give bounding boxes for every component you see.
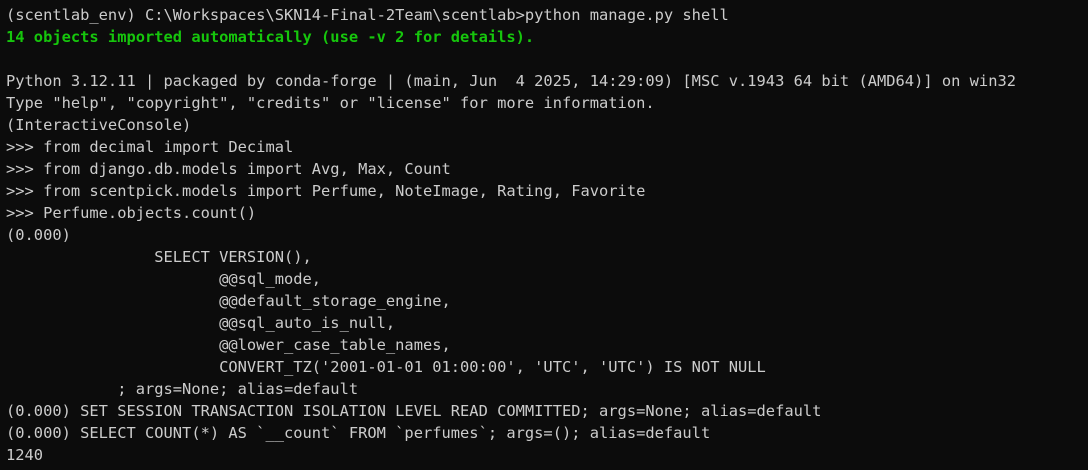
sql-output-line: (0.000) SELECT COUNT(*) AS `__count` FRO… [6, 424, 711, 442]
sql-output-line: @@sql_auto_is_null, [6, 314, 396, 332]
sql-output-line: @@default_storage_engine, [6, 292, 451, 310]
repl-input-line: >>> from scentpick.models import Perfume… [6, 182, 646, 200]
python-version-banner: Python 3.12.11 | packaged by conda-forge… [6, 72, 1016, 90]
command-prompt-line: (scentlab_env) C:\Workspaces\SKN14-Final… [6, 6, 729, 24]
repl-input-line: >>> from django.db.models import Avg, Ma… [6, 160, 451, 178]
result-output-line: 1240 [6, 446, 44, 464]
sql-output-line: @@sql_mode, [6, 270, 322, 288]
help-hint-line: Type "help", "copyright", "credits" or "… [6, 94, 655, 112]
repl-input-line: >>> from decimal import Decimal [6, 138, 294, 156]
sql-output-line: CONVERT_TZ('2001-01-01 01:00:00', 'UTC',… [6, 358, 766, 376]
sql-output-line: SELECT VERSION(), [6, 248, 312, 266]
console-type-line: (InteractiveConsole) [6, 116, 192, 134]
sql-output-line: @@lower_case_table_names, [6, 336, 451, 354]
repl-input-line: >>> Perfume.objects.count() [6, 204, 257, 222]
sql-args-line: ; args=None; alias=default [6, 380, 359, 398]
sql-timing-line: (0.000) [6, 226, 71, 244]
sql-output-line: (0.000) SET SESSION TRANSACTION ISOLATIO… [6, 402, 822, 420]
import-status-message: 14 objects imported automatically (use -… [6, 28, 535, 46]
terminal-window[interactable]: (scentlab_env) C:\Workspaces\SKN14-Final… [0, 0, 1088, 470]
